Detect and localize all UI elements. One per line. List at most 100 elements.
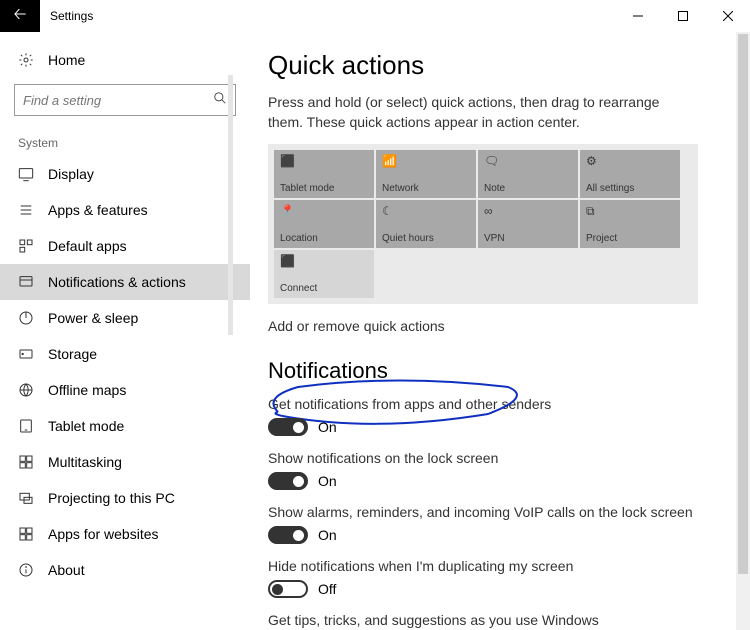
sidebar-item-label: About bbox=[48, 562, 85, 578]
main-content[interactable]: Quick actions Press and hold (or select)… bbox=[250, 32, 750, 630]
close-button[interactable] bbox=[705, 0, 750, 32]
quick-actions-grid: ⬛Tablet mode📶Network 🗨 Note ⚙ All settings 📍 L… bbox=[268, 144, 698, 304]
notification-label: Hide notifications when I'm duplicating … bbox=[268, 558, 720, 574]
notification-setting: Get notifications from apps and other se… bbox=[268, 396, 720, 436]
sidebar-item-label: Storage bbox=[48, 346, 97, 362]
sidebar-item-about[interactable]: About bbox=[0, 552, 250, 588]
qa-tile-label: Quiet hours bbox=[382, 233, 470, 244]
toggle-state: On bbox=[318, 419, 337, 435]
search-input[interactable] bbox=[23, 93, 213, 108]
qa-tile-icon: ⬛ bbox=[280, 254, 368, 268]
qa-tile-icon: ∞ bbox=[484, 204, 572, 218]
qa-tile[interactable]: ⬛ Connect bbox=[274, 250, 374, 298]
sidebar-item-default-apps[interactable]: Default apps bbox=[0, 228, 250, 264]
tablet-icon bbox=[18, 418, 34, 434]
minimize-button[interactable] bbox=[615, 0, 660, 32]
notification-setting: Show notifications on the lock screen On bbox=[268, 450, 720, 490]
quick-actions-subtext: Press and hold (or select) quick actions… bbox=[268, 93, 668, 132]
qa-tile-icon: ⧉ bbox=[586, 204, 674, 219]
toggle-switch[interactable] bbox=[268, 418, 308, 436]
qa-tile[interactable]: 📶Network bbox=[376, 150, 476, 198]
window-controls bbox=[615, 0, 750, 32]
qa-tile-icon: 📍 bbox=[280, 204, 368, 218]
toggle-state: On bbox=[318, 527, 337, 543]
window-title: Settings bbox=[40, 9, 93, 23]
sidebar-item-project[interactable]: Projecting to this PC bbox=[0, 480, 250, 516]
sidebar-item-label: Apps for websites bbox=[48, 526, 159, 542]
sidebar-item-storage[interactable]: Storage bbox=[0, 336, 250, 372]
sidebar-item-apps-web[interactable]: Apps for websites bbox=[0, 516, 250, 552]
qa-tile-label: VPN bbox=[484, 233, 572, 244]
qa-tile-label: Project bbox=[586, 233, 674, 244]
sidebar-item-label: Offline maps bbox=[48, 382, 126, 398]
sidebar-item-label: Projecting to this PC bbox=[48, 490, 175, 506]
multitask-icon bbox=[18, 454, 34, 470]
qa-tile[interactable]: ☾ Quiet hours bbox=[376, 200, 476, 248]
qa-tile[interactable]: ⬛Tablet mode bbox=[274, 150, 374, 198]
notification-label: Get notifications from apps and other se… bbox=[268, 396, 720, 412]
qa-tile-label: All settings bbox=[586, 183, 674, 194]
sidebar-item-display[interactable]: Display bbox=[0, 156, 250, 192]
main-scrollbar-track[interactable] bbox=[736, 32, 750, 630]
qa-tile[interactable]: 🗨 Note bbox=[478, 150, 578, 198]
sidebar-item-label: Multitasking bbox=[48, 454, 122, 470]
add-remove-link[interactable]: Add or remove quick actions bbox=[268, 318, 720, 334]
qa-tile-icon: 📶 bbox=[382, 154, 470, 168]
main-scrollbar-thumb[interactable] bbox=[738, 34, 748, 574]
qa-tile-icon: ⬛ bbox=[280, 154, 368, 168]
sidebar-scrollbar[interactable] bbox=[228, 75, 233, 335]
notifications-icon bbox=[18, 274, 34, 290]
home-nav[interactable]: Home bbox=[0, 42, 250, 78]
titlebar: 🡠 Settings bbox=[0, 0, 750, 32]
section-label: System bbox=[0, 130, 250, 156]
back-button[interactable]: 🡠 bbox=[0, 0, 40, 32]
display-icon bbox=[18, 166, 34, 182]
qa-tile-label: Location bbox=[280, 233, 368, 244]
sidebar-item-label: Tablet mode bbox=[48, 418, 124, 434]
sidebar-item-label: Display bbox=[48, 166, 94, 182]
search-box[interactable] bbox=[14, 84, 236, 116]
storage-icon bbox=[18, 346, 34, 362]
arrow-left-icon: 🡠 bbox=[14, 3, 27, 30]
apps-icon bbox=[18, 202, 34, 218]
toggle-switch[interactable] bbox=[268, 472, 308, 490]
toggle-state: On bbox=[318, 473, 337, 489]
home-label: Home bbox=[48, 52, 85, 68]
project-icon bbox=[18, 490, 34, 506]
qa-tile[interactable]: 📍 Location bbox=[274, 200, 374, 248]
apps-web-icon bbox=[18, 526, 34, 542]
sidebar-item-multitask[interactable]: Multitasking bbox=[0, 444, 250, 480]
sidebar-item-notifications[interactable]: Notifications & actions bbox=[0, 264, 250, 300]
toggle-state: Off bbox=[318, 581, 336, 597]
sidebar-item-label: Notifications & actions bbox=[48, 274, 186, 290]
about-icon bbox=[18, 562, 34, 578]
sidebar-item-power[interactable]: Power & sleep bbox=[0, 300, 250, 336]
qa-tile[interactable]: ⧉ Project bbox=[580, 200, 680, 248]
sidebar-item-label: Apps & features bbox=[48, 202, 148, 218]
offline-maps-icon bbox=[18, 382, 34, 398]
sidebar-item-label: Default apps bbox=[48, 238, 127, 254]
qa-tile-icon: ⚙ bbox=[586, 154, 674, 168]
maximize-button[interactable] bbox=[660, 0, 705, 32]
sidebar-item-apps[interactable]: Apps & features bbox=[0, 192, 250, 228]
default-apps-icon bbox=[18, 238, 34, 254]
sidebar-item-tablet[interactable]: Tablet mode bbox=[0, 408, 250, 444]
notification-label: Show alarms, reminders, and incoming VoI… bbox=[268, 504, 720, 520]
toggle-switch[interactable] bbox=[268, 580, 308, 598]
notifications-heading: Notifications bbox=[268, 358, 720, 384]
sidebar: Home System Display Apps & features Defaul… bbox=[0, 32, 250, 630]
qa-tile[interactable]: ⚙ All settings bbox=[580, 150, 680, 198]
qa-tile-label: Note bbox=[484, 183, 572, 194]
qa-tile-icon: 🗨 bbox=[484, 154, 572, 168]
sidebar-item-label: Power & sleep bbox=[48, 310, 138, 326]
qa-tile[interactable]: ∞ VPN bbox=[478, 200, 578, 248]
notification-setting: Hide notifications when I'm duplicating … bbox=[268, 558, 720, 598]
search-icon bbox=[213, 91, 227, 110]
qa-tile-icon: ☾ bbox=[382, 204, 470, 218]
toggle-switch[interactable] bbox=[268, 526, 308, 544]
notification-setting: Get tips, tricks, and suggestions as you… bbox=[268, 612, 720, 630]
qa-tile-label: Connect bbox=[280, 283, 368, 294]
notification-label: Show notifications on the lock screen bbox=[268, 450, 720, 466]
sidebar-item-offline-maps[interactable]: Offline maps bbox=[0, 372, 250, 408]
notification-label: Get tips, tricks, and suggestions as you… bbox=[268, 612, 720, 628]
